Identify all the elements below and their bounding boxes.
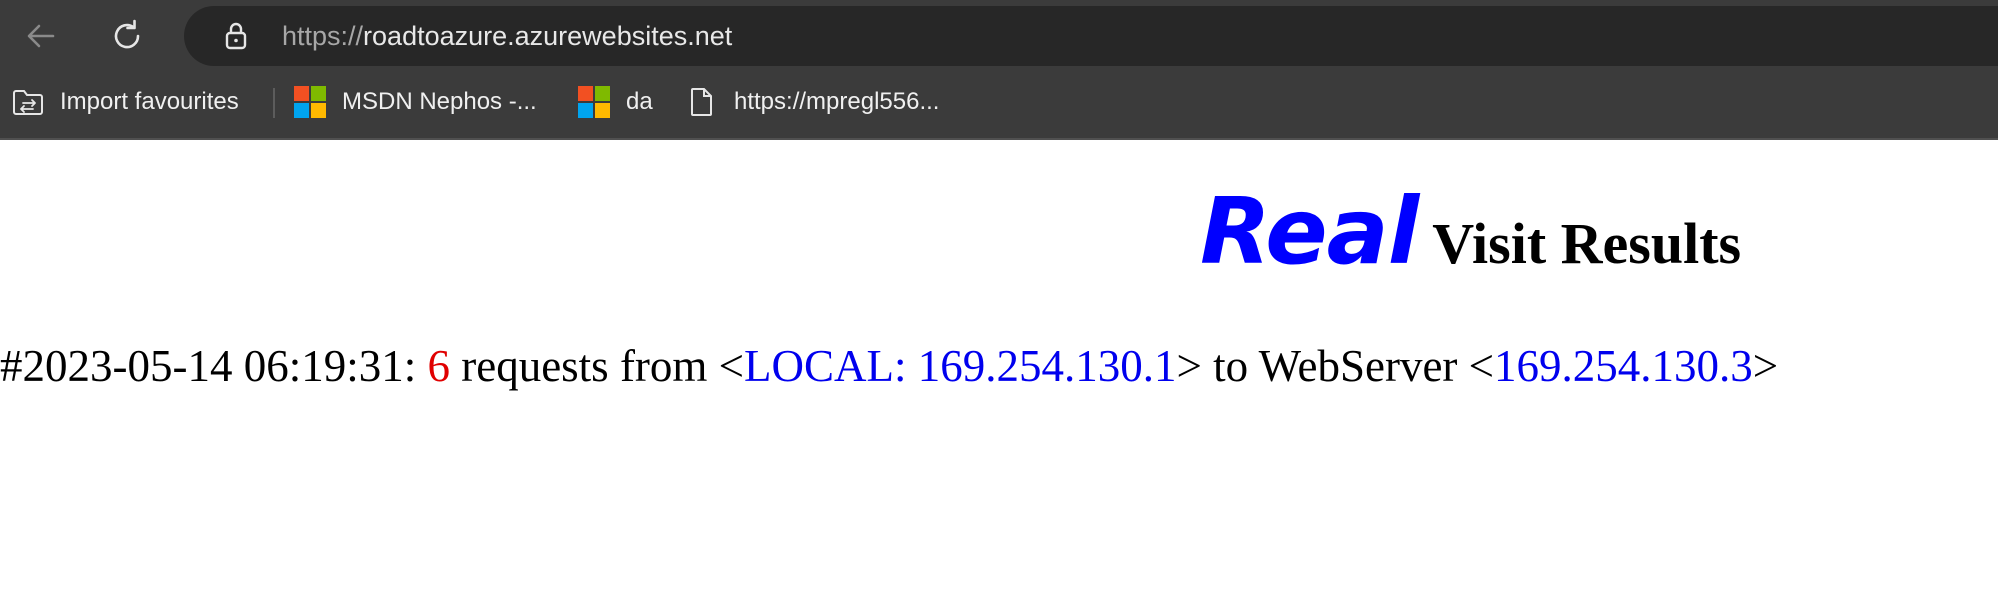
bookmark-da[interactable]: da	[576, 82, 653, 122]
url-host: roadtoazure.azurewebsites.net	[363, 21, 733, 51]
bookmark-separator	[273, 88, 275, 118]
heading-accent: Real	[1200, 178, 1419, 285]
visit-timestamp: #2023-05-14 06:19:31:	[0, 341, 428, 391]
refresh-button[interactable]	[100, 12, 154, 60]
bookmark-label: Import favourites	[60, 88, 239, 115]
url-scheme: https://	[282, 21, 364, 51]
microsoft-logo-icon	[576, 84, 612, 120]
back-button[interactable]	[14, 12, 68, 60]
browser-toolbar: https://roadtoazure.azurewebsites.net Im…	[0, 0, 1998, 139]
folder-import-icon	[10, 84, 46, 120]
bookmark-mpregl-link[interactable]: https://mpregl556...	[684, 82, 939, 122]
visit-suffix: >	[1752, 341, 1779, 391]
bookmark-msdn-nephos[interactable]: MSDN Nephos -...	[292, 82, 537, 122]
bookmark-import-favourites[interactable]: Import favourites	[10, 82, 239, 122]
bookmarks-bar: Import favourites MSDN Nephos -... da ht…	[0, 76, 1998, 128]
heading-text: Visit Results	[1432, 211, 1742, 276]
visit-record: #2023-05-14 06:19:31: 6 requests from <L…	[0, 340, 1778, 392]
page-heading: Real Visit Results	[1200, 178, 1741, 285]
microsoft-logo-icon	[292, 84, 328, 120]
source-address: LOCAL: 169.254.130.1	[744, 341, 1177, 391]
refresh-icon	[114, 19, 140, 49]
bookmark-label: da	[626, 88, 653, 115]
lock-icon[interactable]	[220, 20, 252, 52]
page-icon	[684, 84, 720, 120]
url-text[interactable]: https://roadtoazure.azurewebsites.net	[282, 20, 732, 52]
address-bar[interactable]: https://roadtoazure.azurewebsites.net	[184, 6, 1998, 66]
bookmark-label: MSDN Nephos -...	[342, 88, 537, 115]
visit-text-from: requests from <	[449, 341, 745, 391]
request-count: 6	[427, 341, 450, 391]
server-address: 169.254.130.3	[1494, 341, 1753, 391]
visit-text-to: > to WebServer <	[1176, 341, 1495, 391]
arrow-left-icon	[27, 24, 55, 48]
toolbar-divider	[0, 138, 1998, 140]
bookmark-label: https://mpregl556...	[734, 88, 940, 115]
